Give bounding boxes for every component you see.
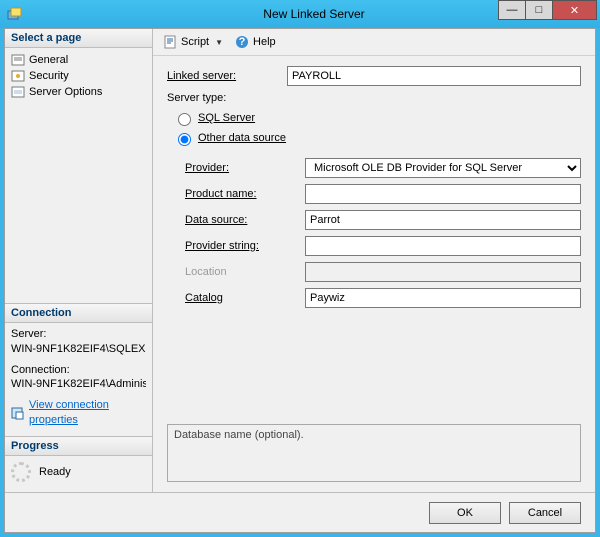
page-general[interactable]: General: [9, 52, 148, 68]
help-button[interactable]: ? Help: [235, 35, 276, 49]
progress-header: Progress: [5, 436, 152, 456]
script-button[interactable]: Script ▼: [163, 35, 223, 49]
location-label: Location: [185, 266, 305, 278]
linked-server-input[interactable]: [287, 66, 581, 86]
location-input: [305, 262, 581, 282]
other-data-source-radio-label: Other data source: [198, 132, 286, 144]
page-server-options[interactable]: Server Options: [9, 84, 148, 100]
maximize-button[interactable]: □: [525, 0, 553, 20]
svg-text:?: ?: [239, 36, 246, 48]
left-panel: Select a page General Security Server Op…: [5, 29, 153, 492]
ok-button[interactable]: OK: [429, 502, 501, 524]
catalog-input[interactable]: [305, 288, 581, 308]
progress-status: Ready: [39, 466, 71, 478]
page-label: General: [29, 54, 68, 66]
sql-server-radio-label: SQL Server: [198, 112, 255, 124]
server-type-label: Server type:: [167, 92, 287, 104]
other-data-source-radio[interactable]: [178, 133, 191, 146]
dropdown-arrow-icon: ▼: [215, 38, 223, 47]
properties-icon: [11, 406, 25, 420]
toolbar: Script ▼ ? Help: [153, 29, 595, 56]
main-area: Select a page General Security Server Op…: [5, 29, 595, 492]
connection-info: Server: WIN-9NF1K82EIF4\SQLEXPRES Connec…: [5, 323, 152, 436]
data-source-input[interactable]: [305, 210, 581, 230]
connection-value: WIN-9NF1K82EIF4\Administrator: [11, 377, 146, 392]
cancel-button[interactable]: Cancel: [509, 502, 581, 524]
provider-select[interactable]: Microsoft OLE DB Provider for SQL Server: [305, 158, 581, 178]
select-page-header: Select a page: [5, 29, 152, 48]
help-text: Database name (optional).: [174, 429, 304, 441]
provider-label: Provider:: [185, 162, 305, 174]
help-text-box: Database name (optional).: [167, 424, 581, 482]
catalog-label: Catalog: [185, 292, 305, 304]
help-icon: ?: [235, 35, 249, 49]
page-label: Security: [29, 70, 69, 82]
window-body: Select a page General Security Server Op…: [4, 28, 596, 533]
data-source-label: Data source:: [185, 214, 305, 226]
progress-area: Ready: [5, 456, 152, 492]
page-label: Server Options: [29, 86, 102, 98]
connection-label: Connection:: [11, 363, 146, 378]
dialog-button-row: OK Cancel: [5, 492, 595, 532]
provider-string-label: Provider string:: [185, 240, 305, 252]
script-label: Script: [181, 36, 209, 48]
connection-header: Connection: [5, 303, 152, 323]
page-icon: [11, 69, 25, 83]
linked-server-label: Linked server:: [167, 70, 287, 82]
product-name-label: Product name:: [185, 188, 305, 200]
page-icon: [11, 85, 25, 99]
titlebar[interactable]: New Linked Server — □ ✕: [0, 0, 600, 28]
page-icon: [11, 53, 25, 67]
server-label: Server:: [11, 327, 146, 342]
help-label: Help: [253, 36, 276, 48]
page-list: General Security Server Options: [5, 48, 152, 108]
form-area: Linked server: Server type: SQL Server O…: [153, 56, 595, 492]
sql-server-radio[interactable]: [178, 113, 191, 126]
page-security[interactable]: Security: [9, 68, 148, 84]
close-button[interactable]: ✕: [552, 0, 597, 20]
minimize-button[interactable]: —: [498, 0, 526, 20]
server-value: WIN-9NF1K82EIF4\SQLEXPRES: [11, 342, 146, 357]
link-text: View connection properties: [29, 398, 146, 428]
app-icon: [6, 6, 22, 22]
product-name-input[interactable]: [305, 184, 581, 204]
progress-spinner-icon: [11, 462, 31, 482]
right-panel: Script ▼ ? Help Linked server: Server ty…: [153, 29, 595, 492]
window-controls: — □ ✕: [499, 0, 597, 20]
view-connection-properties-link[interactable]: View connection properties: [11, 398, 146, 428]
provider-string-input[interactable]: [305, 236, 581, 256]
script-icon: [163, 35, 177, 49]
